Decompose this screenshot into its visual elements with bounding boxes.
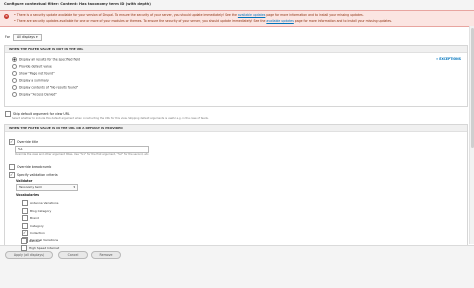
vocab-blog-category[interactable]: Blog Category — [22, 207, 52, 214]
vocab-checkbox[interactable] — [22, 200, 28, 206]
validation-checkbox[interactable] — [9, 172, 15, 178]
for-displays-row: For All displays ▾ — [5, 34, 42, 41]
chevron-down-icon: ▾ — [73, 185, 75, 189]
error-icon: × — [4, 14, 9, 19]
option-default-value-label: Provide default value — [19, 64, 52, 69]
option-no-results[interactable]: Display contents of "No results found" — [12, 85, 78, 90]
filter-not-in-url-panel: When the filter value is NOT in the URL … — [4, 45, 468, 107]
vocab-checkbox[interactable] — [22, 222, 28, 229]
skip-default-label: Skip default argument for view URL — [13, 112, 70, 116]
vocab-antenna-variations[interactable]: Antenna Variations — [22, 200, 58, 206]
vocab-label: Brand — [30, 216, 39, 220]
vocab-collection[interactable]: Collection — [22, 230, 45, 236]
error-line-2: • There are security updates available f… — [14, 18, 393, 23]
validation-row[interactable]: Specify validation criteria — [9, 172, 58, 178]
for-displays-select[interactable]: All displays ▾ — [13, 34, 42, 41]
vocab-checkbox[interactable] — [22, 207, 28, 214]
dialog-title: Configure contextual filter: Content: Ha… — [4, 2, 151, 6]
apply-button[interactable]: Apply (all displays) — [5, 251, 53, 259]
vocab-checkbox[interactable] — [22, 215, 28, 221]
error-line-1-suffix: page for more information and to install… — [266, 13, 364, 17]
option-page-not-found[interactable]: Show "Page not found" — [12, 71, 55, 76]
error-messages: × • There is a security update available… — [0, 10, 474, 27]
override-breadcrumb-row[interactable]: Override breadcrumb — [9, 164, 51, 170]
option-access-denied-label: Display "Access Denied" — [19, 92, 57, 97]
option-display-all-label: Display all results for the specified fi… — [19, 57, 81, 62]
error-line-2-suffix: page for more information and to install… — [294, 18, 393, 23]
override-title-row[interactable]: Override title — [9, 139, 38, 145]
for-label: For — [5, 35, 10, 39]
vocab-brand[interactable]: Brand — [22, 215, 39, 221]
error-line-1: • There is a security update available f… — [14, 13, 364, 17]
radio-access-denied[interactable] — [12, 92, 17, 97]
override-title-input[interactable]: %1 — [15, 146, 149, 153]
for-displays-value: All displays — [17, 35, 35, 39]
vocab-label: Gender — [29, 239, 41, 243]
skip-default-description: Select whether to include this default a… — [12, 117, 209, 120]
validation-label: Specify validation criteria — [17, 173, 58, 177]
option-page-not-found-label: Show "Page not found" — [19, 71, 55, 76]
validator-value: Taxonomy term — [19, 185, 43, 189]
override-breadcrumb-checkbox[interactable] — [9, 164, 15, 170]
filter-in-url-panel: When the filter value IS in the URL or a… — [4, 124, 468, 246]
cancel-button[interactable]: Cancel — [58, 251, 88, 259]
radio-display-all[interactable] — [12, 57, 17, 62]
vocab-checkbox[interactable] — [21, 238, 27, 244]
filter-not-in-url-heading: When the filter value is NOT in the URL — [5, 46, 467, 53]
option-summary[interactable]: Display a summary — [12, 78, 49, 83]
radio-no-results[interactable] — [12, 85, 17, 90]
override-title-checkbox[interactable] — [9, 139, 15, 145]
exceptions-link[interactable]: » EXCEPTIONS — [436, 57, 461, 61]
validator-label: Validator — [16, 179, 33, 183]
vocab-category[interactable]: Category — [22, 222, 44, 229]
override-title-description: Override the view and other argument tit… — [15, 153, 150, 156]
radio-summary[interactable] — [12, 78, 17, 83]
error-line-2-text: There are security updates available for… — [16, 18, 266, 23]
vocab-label: Collection — [30, 231, 45, 235]
dialog-footer: High Speed Internet Apply (all displays)… — [0, 245, 474, 288]
radio-page-not-found[interactable] — [12, 71, 17, 76]
vocab-label: High Speed Internet — [29, 246, 60, 250]
remove-button[interactable]: Remove — [91, 251, 121, 259]
vocab-gender[interactable]: Gender — [21, 238, 40, 244]
option-access-denied[interactable]: Display "Access Denied" — [12, 92, 57, 97]
available-updates-link-2[interactable]: available updates — [266, 19, 293, 23]
vocab-label: Category — [30, 223, 44, 228]
error-line-1-text: There is a security update available for… — [16, 13, 237, 17]
vocab-label: Antenna Variations — [30, 201, 59, 205]
vocab-checkbox[interactable] — [22, 230, 28, 236]
scrollbar-thumb[interactable] — [470, 28, 474, 148]
vocab-label: Blog Category — [30, 208, 52, 213]
option-default-value[interactable]: Provide default value — [12, 64, 52, 69]
scrollbar[interactable] — [469, 26, 474, 244]
radio-default-value[interactable] — [12, 64, 17, 69]
skip-default-checkbox[interactable] — [5, 111, 11, 117]
option-summary-label: Display a summary — [19, 78, 49, 83]
filter-in-url-heading: When the filter value IS in the URL or a… — [5, 125, 467, 132]
option-display-all[interactable]: Display all results for the specified fi… — [12, 57, 80, 62]
override-title-label: Override title — [17, 140, 39, 144]
available-updates-link-1[interactable]: available updates — [238, 13, 265, 17]
validator-select[interactable]: Taxonomy term ▾ — [16, 184, 78, 191]
option-no-results-label: Display contents of "No results found" — [19, 85, 79, 90]
vocabularies-label: Vocabularies — [16, 193, 40, 197]
override-breadcrumb-label: Override breadcrumb — [17, 165, 52, 169]
